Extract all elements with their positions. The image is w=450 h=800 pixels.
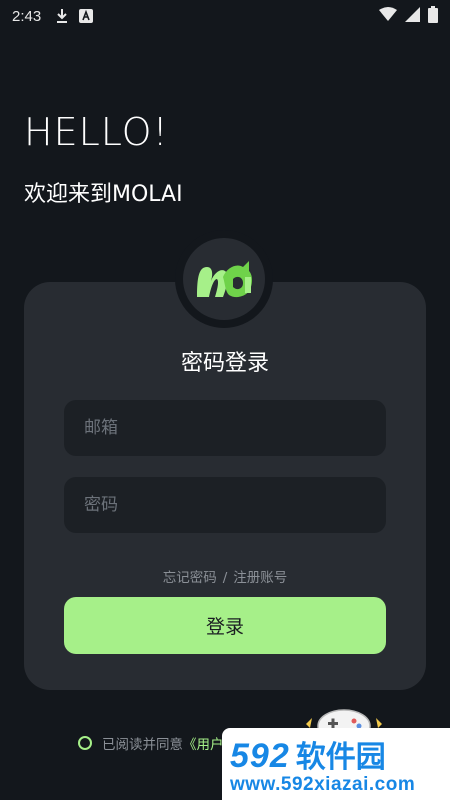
battery-icon	[428, 5, 438, 27]
download-icon	[55, 8, 69, 24]
agreement-radio[interactable]	[78, 736, 92, 750]
greeting-heading: HELLO!	[24, 110, 169, 154]
register-link[interactable]: 注册账号	[233, 566, 287, 586]
agreement-row: 已阅读并同意 《用户	[78, 733, 224, 753]
email-input[interactable]	[84, 418, 386, 438]
forgot-password-link[interactable]: 忘记密码	[163, 566, 217, 586]
auth-links: 忘记密码 / 注册账号	[0, 566, 450, 586]
status-bar: 2:43	[0, 0, 450, 32]
molai-logo-icon	[197, 261, 252, 298]
status-time: 2:43	[12, 7, 42, 25]
watermark-url: www.592xiazai.com	[230, 774, 416, 795]
watermark-badge: 592 软件园 www.592xiazai.com	[222, 728, 450, 800]
keyboard-a-icon	[79, 9, 94, 23]
watermark-number: 592	[230, 737, 290, 775]
wifi-icon	[379, 7, 397, 25]
password-input[interactable]	[84, 495, 386, 515]
email-field-wrap	[64, 400, 386, 456]
password-field-wrap	[64, 477, 386, 533]
user-agreement-link[interactable]: 《用户	[183, 733, 224, 753]
signal-icon	[405, 6, 420, 26]
links-separator: /	[222, 570, 228, 586]
app-logo	[175, 230, 273, 328]
watermark-text: 软件园	[295, 740, 386, 775]
agreement-text: 已阅读并同意	[102, 737, 183, 753]
welcome-text: 欢迎来到MOLAI	[24, 182, 183, 207]
watermark-top: 592 软件园	[230, 732, 442, 776]
login-title: 密码登录	[180, 351, 269, 376]
login-button[interactable]: 登录	[64, 597, 386, 654]
logo-inner	[183, 238, 265, 320]
status-right	[379, 5, 438, 27]
